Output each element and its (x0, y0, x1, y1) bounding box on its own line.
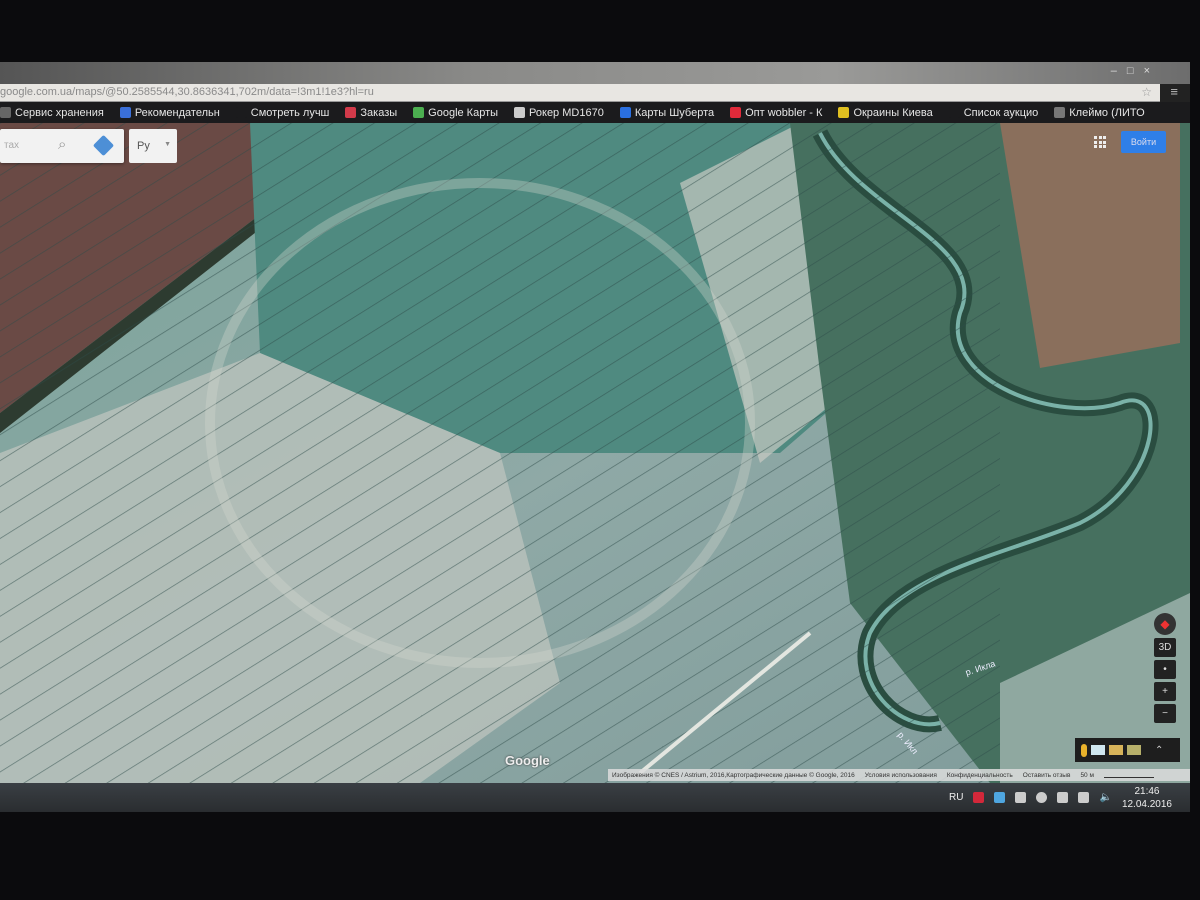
clock[interactable]: 21:46 12.04.2016 (1122, 785, 1172, 811)
terms-link[interactable]: Условия использования (865, 772, 937, 779)
window-title-bar: – □ × (0, 62, 1190, 84)
bookmark-favicon-icon (514, 107, 526, 118)
bookmark-item[interactable]: Google Карты (413, 107, 498, 119)
scale-bar (1103, 772, 1154, 778)
tilt-3d-button[interactable]: 3D (1154, 638, 1176, 657)
bookmark-label: Рекомендательн (134, 106, 220, 119)
browser-menu-icon[interactable]: ≡ (1170, 84, 1178, 99)
bookmarks-bar: Сервис хранения Рекомендательн Смотреть лу… (0, 102, 1190, 123)
bookmark-favicon-icon (119, 107, 131, 118)
chevron-down-icon: ▼ (164, 141, 171, 148)
bookmark-item[interactable]: Заказы (345, 107, 397, 119)
bookmark-item[interactable]: Рокер MD1670 (514, 107, 604, 119)
bookmark-label: Сервис хранения (15, 106, 104, 119)
search-box[interactable]: тах ⌕ (0, 129, 124, 163)
attribution-bar: Изображения © CNES / Astrium, 2016,Карто… (608, 769, 1190, 781)
time: 21:46 (1134, 785, 1160, 797)
feedback-link[interactable]: Оставить отзыв (1023, 772, 1071, 779)
search-icon[interactable]: ⌕ (58, 136, 66, 153)
bookmark-label: Карты Шуберта (634, 106, 715, 119)
bookmark-label: Заказы (360, 106, 398, 119)
system-tray: RU 🔈 21:46 12.04.2016 (949, 783, 1172, 812)
bookmark-favicon-icon (730, 107, 742, 118)
maximize-button[interactable]: □ (1127, 65, 1134, 77)
bookmark-item[interactable]: Окраины Киева (838, 106, 933, 119)
bookmark-label: Смотреть лучш (250, 106, 330, 119)
tray-app-icon[interactable] (1057, 792, 1069, 803)
bookmark-favicon-icon (948, 107, 960, 118)
privacy-link[interactable]: Конфиденциальность (947, 772, 1013, 779)
zoom-out-button[interactable]: − (1154, 704, 1176, 723)
bookmark-favicon-icon (235, 107, 247, 118)
address-bar[interactable]: google.com.ua/maps/@50.2585544,30.863634… (0, 84, 1160, 102)
satellite-imagery (0, 123, 1190, 783)
layer-thumbnail[interactable] (1127, 745, 1141, 755)
imagery-credit: Изображения © CNES / Astrium, 2016,Карто… (612, 771, 855, 779)
monitor-screen: – □ × google.com.ua/maps/@50.2585544,30.… (0, 62, 1190, 812)
bookmark-item[interactable]: Клеймо (ЛИТО (1054, 106, 1145, 119)
tray-app-icon[interactable] (973, 792, 985, 803)
bookmark-favicon-icon (0, 107, 11, 118)
map-controls: ◆ 3D • + − (1152, 613, 1178, 723)
language-indicator[interactable]: RU (949, 792, 963, 803)
bookmark-favicon-icon (619, 107, 631, 118)
bookmark-label: Google Карты (428, 106, 499, 119)
bookmark-label: Клеймо (ЛИТО (1069, 106, 1145, 119)
bookmark-label: Опт wobbler - К (745, 106, 823, 119)
bookmark-label: Рокер MD1670 (529, 106, 604, 119)
bookmark-favicon-icon (413, 107, 425, 118)
language-select[interactable]: Ру ▼ (129, 129, 177, 163)
tray-app-icon[interactable] (994, 792, 1006, 803)
bookmark-label: Окраины Киева (853, 106, 933, 119)
layer-thumbnail[interactable] (1091, 745, 1105, 755)
network-icon[interactable] (1078, 792, 1090, 803)
close-button[interactable]: × (1144, 65, 1150, 77)
street-view-bar: ⌃ (1075, 738, 1180, 762)
volume-icon[interactable]: 🔈 (1099, 792, 1111, 803)
bookmark-item[interactable]: Смотреть лучш (235, 106, 330, 119)
bookmark-favicon-icon (838, 107, 850, 118)
bookmark-item[interactable]: Список аукцио (948, 106, 1039, 119)
bookmark-item[interactable]: Рекомендательн (119, 106, 220, 119)
tray-app-icon[interactable] (1015, 792, 1027, 803)
bookmark-favicon-icon (345, 107, 357, 118)
directions-icon[interactable] (92, 134, 115, 157)
bookmark-star-icon[interactable]: ☆ (1141, 85, 1152, 99)
google-logo: Google (505, 753, 550, 768)
expand-icon[interactable]: ⌃ (1155, 745, 1163, 756)
bookmark-item[interactable]: Карты Шуберта (619, 106, 715, 119)
taskbar: RU 🔈 21:46 12.04.2016 (0, 783, 1190, 812)
search-input[interactable]: тах (4, 140, 19, 151)
my-location-button[interactable]: • (1154, 660, 1176, 679)
window-controls: – □ × (1111, 65, 1150, 77)
url-text[interactable]: google.com.ua/maps/@50.2585544,30.863634… (0, 86, 374, 98)
scale-label: 50 м (1080, 771, 1094, 779)
bookmark-item[interactable]: Сервис хранения (0, 107, 104, 119)
compass-icon[interactable]: ◆ (1154, 613, 1176, 635)
date: 12.04.2016 (1121, 798, 1172, 810)
bookmark-item[interactable]: Опт wobbler - К (730, 107, 822, 119)
language-value: Ру (137, 140, 150, 152)
zoom-in-button[interactable]: + (1154, 682, 1176, 701)
pegman-icon[interactable] (1081, 743, 1087, 757)
minimize-button[interactable]: – (1111, 65, 1117, 77)
layer-thumbnail[interactable] (1109, 745, 1123, 755)
bookmark-label: Список аукцио (963, 106, 1039, 119)
satellite-map[interactable]: тах ⌕ Ру ▼ Войти р. Икла р. Икл ◆ 3D • + … (0, 123, 1190, 783)
bookmark-favicon-icon (1054, 107, 1066, 118)
signin-button[interactable]: Войти (1121, 131, 1166, 153)
tray-app-icon[interactable] (1036, 792, 1048, 803)
apps-grid-icon[interactable] (1094, 136, 1106, 148)
